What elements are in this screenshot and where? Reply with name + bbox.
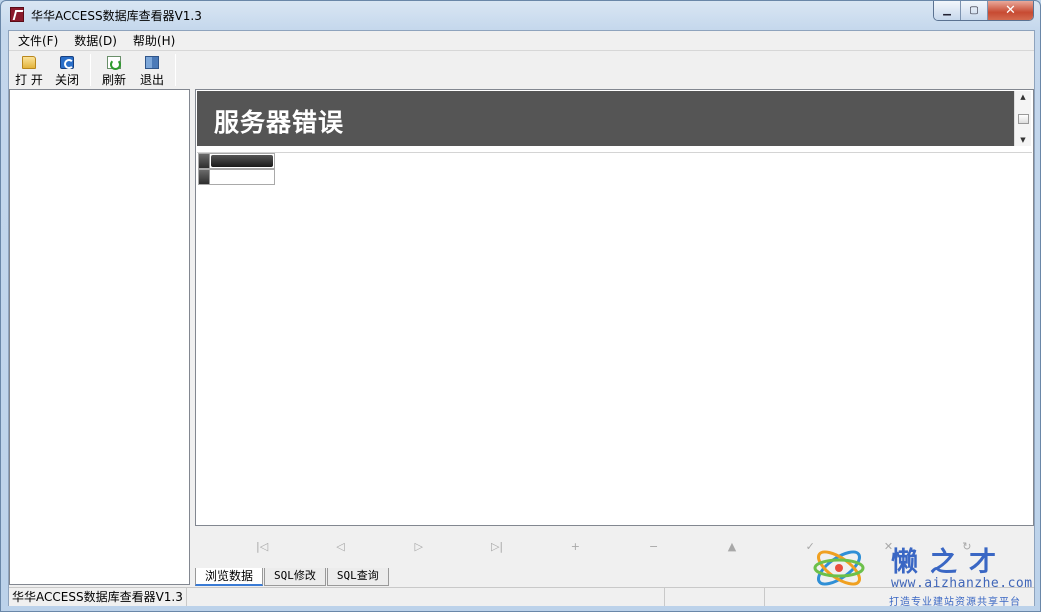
first-record-button[interactable]: |◁: [247, 534, 277, 558]
client-area: 文件(F) 数据(D) 帮助(H) 打 开 关闭 刷新 退出 服务器错误 ▲ ▼…: [8, 30, 1035, 606]
open-label: 打 开: [15, 73, 43, 87]
last-record-button[interactable]: ▷|: [482, 534, 512, 558]
error-title: 服务器错误: [214, 108, 345, 137]
exit-label: 退出: [139, 73, 164, 87]
table-tree-panel[interactable]: [9, 89, 190, 585]
window-title: 华华ACCESS数据库查看器V1.3: [31, 9, 202, 23]
toolbar-separator: [175, 54, 176, 86]
post-record-button[interactable]: ✓: [795, 534, 825, 558]
window-controls: ▁ ▢ ✕: [933, 1, 1034, 21]
row-indicator: [199, 170, 210, 184]
refresh-records-button[interactable]: ↻: [952, 534, 982, 558]
menu-data[interactable]: 数据(D): [67, 31, 124, 51]
toolbar: 打 开 关闭 刷新 退出: [9, 52, 1034, 89]
content-panel: 服务器错误 ▲ ▼: [195, 89, 1034, 526]
minimize-button[interactable]: ▁: [934, 1, 961, 20]
tab-sql-query[interactable]: SQL查询: [326, 568, 389, 586]
close-db-icon: [60, 56, 74, 69]
status-panel: [665, 588, 765, 606]
close-db-label: 关闭: [54, 73, 79, 87]
grid-header-row[interactable]: [198, 153, 275, 169]
prior-record-button[interactable]: ◁: [325, 534, 355, 558]
edit-record-button[interactable]: ▲: [717, 534, 747, 558]
record-navigator: |◁ ◁ ▷ ▷| + − ▲ ✓ ✕ ↻: [195, 527, 1034, 565]
exit-button[interactable]: 退出: [133, 52, 171, 88]
refresh-label: 刷新: [101, 73, 126, 87]
error-banner: 服务器错误: [197, 91, 1014, 146]
tab-browse-data[interactable]: 浏览数据: [195, 568, 264, 586]
menu-help[interactable]: 帮助(H): [126, 31, 182, 51]
tab-sql-modify[interactable]: SQL修改: [264, 568, 326, 586]
menu-bar: 文件(F) 数据(D) 帮助(H): [9, 31, 1034, 51]
data-grid[interactable]: [197, 152, 1032, 524]
exit-door-icon: [145, 56, 159, 69]
close-db-button[interactable]: 关闭: [48, 52, 86, 88]
maximize-button[interactable]: ▢: [961, 1, 988, 20]
toolbar-separator: [90, 54, 91, 86]
insert-record-button[interactable]: +: [560, 534, 590, 558]
folder-open-icon: [22, 56, 36, 69]
scroll-up-icon[interactable]: ▲: [1020, 93, 1025, 101]
next-record-button[interactable]: ▷: [404, 534, 434, 558]
tab-bar: 浏览数据 SQL修改 SQL查询: [195, 566, 390, 586]
table-row[interactable]: [198, 169, 275, 185]
refresh-button[interactable]: 刷新: [95, 52, 133, 88]
close-button[interactable]: ✕: [988, 1, 1033, 20]
status-text: 华华ACCESS数据库查看器V1.3: [9, 588, 187, 606]
delete-record-button[interactable]: −: [639, 534, 669, 558]
title-bar[interactable]: 华华ACCESS数据库查看器V1.3 ▁ ▢ ✕: [1, 1, 1040, 29]
refresh-icon: [107, 56, 121, 70]
app-icon[interactable]: [10, 7, 24, 22]
cancel-record-button[interactable]: ✕: [874, 534, 904, 558]
app-window: 华华ACCESS数据库查看器V1.3 ▁ ▢ ✕ 文件(F) 数据(D) 帮助(…: [0, 0, 1041, 612]
open-button[interactable]: 打 开: [10, 52, 48, 88]
grid-header-cell[interactable]: [211, 155, 273, 167]
scroll-thumb[interactable]: [1017, 113, 1029, 124]
status-bar: 华华ACCESS数据库查看器V1.3: [9, 587, 1034, 606]
status-panel: [187, 588, 665, 606]
row-indicator: [199, 154, 210, 168]
menu-file[interactable]: 文件(F): [11, 31, 65, 51]
scroll-down-icon[interactable]: ▼: [1020, 136, 1025, 144]
banner-scrollbar[interactable]: ▲ ▼: [1014, 91, 1031, 146]
